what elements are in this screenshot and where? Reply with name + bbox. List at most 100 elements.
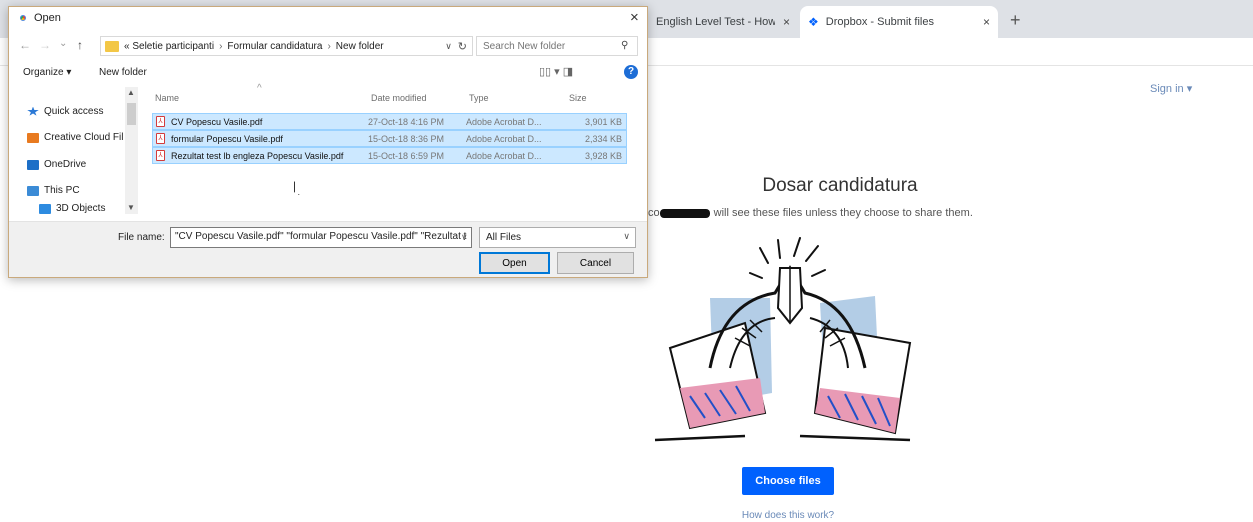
- nav-scrollbar[interactable]: ▲ ▼: [125, 87, 138, 214]
- scroll-down-icon[interactable]: ▼: [127, 203, 135, 212]
- file-list: ^ Name Date modified Type Size ⅄ CV Popes…: [149, 83, 635, 214]
- breadcrumb-separator: ›: [219, 40, 223, 52]
- nav-item-label: Quick access: [44, 106, 104, 117]
- up-folder-icon[interactable]: ↑: [77, 38, 83, 52]
- hands-folders-illustration: [654, 237, 912, 442]
- computer-icon: [27, 185, 39, 196]
- open-file-dialog: Open × ← → ⌄ ↑ « Seletie participanti › Fo…: [8, 6, 648, 278]
- file-size: 3,901 KB: [584, 116, 622, 127]
- sign-in-link[interactable]: Sign in ▾: [1150, 82, 1192, 95]
- dropbox-icon: ❖: [808, 15, 819, 29]
- organize-menu[interactable]: Organize ▾: [23, 67, 71, 78]
- forward-icon[interactable]: →: [39, 38, 51, 52]
- file-name-cell: ⅄ CV Popescu Vasile.pdf: [156, 116, 366, 127]
- file-name: CV Popescu Vasile.pdf: [171, 116, 263, 127]
- breadcrumb-path: « Seletie participanti › Formular candidat…: [124, 41, 445, 52]
- chrome-icon: [17, 12, 29, 24]
- column-header-type[interactable]: Type: [469, 93, 489, 103]
- tab-close-icon[interactable]: ×: [783, 15, 790, 29]
- nav-item-label: This PC: [44, 185, 80, 196]
- command-bar: Organize ▾ New folder ▯▯ ▾ ◨ ?: [9, 62, 647, 84]
- refresh-icon[interactable]: ↻: [458, 40, 467, 53]
- file-name-input[interactable]: "CV Popescu Vasile.pdf" "formular Popesc…: [170, 227, 472, 248]
- new-folder-button[interactable]: New folder: [99, 67, 147, 78]
- cloud-icon: [27, 159, 39, 170]
- file-name-label: File name:: [118, 232, 165, 243]
- view-options-icon[interactable]: ▯▯ ▾ ◨: [539, 65, 573, 78]
- nav-item-label: 3D Objects: [56, 203, 106, 214]
- nav-item-label: Creative Cloud Fil: [44, 132, 124, 143]
- address-bar: ← → ⌄ ↑ « Seletie participanti › Formular …: [9, 33, 647, 59]
- back-icon[interactable]: ←: [19, 38, 31, 52]
- file-type: Adobe Acrobat D...: [466, 150, 542, 161]
- search-input[interactable]: [476, 36, 638, 56]
- nav-item-quick-access[interactable]: Quick access: [27, 106, 103, 117]
- tab-title: Dropbox - Submit files: [825, 16, 934, 28]
- dialog-titlebar: Open ×: [9, 7, 647, 31]
- file-name: Rezultat test lb engleza Popescu Vasile.…: [171, 150, 344, 161]
- tab-english-level-test[interactable]: English Level Test - How go ×: [648, 6, 798, 38]
- file-date: 15-Oct-18 8:36 PM: [368, 133, 445, 144]
- chevron-down-icon[interactable]: ∨: [461, 232, 468, 243]
- file-name-cell: ⅄ formular Popescu Vasile.pdf: [156, 133, 366, 144]
- column-header-size[interactable]: Size: [569, 93, 587, 103]
- file-type-value: All Files: [486, 232, 522, 243]
- file-type: Adobe Acrobat D...: [466, 116, 542, 127]
- privacy-note: co will see these files unless they choos…: [648, 207, 1048, 219]
- recent-locations-icon[interactable]: ⌄: [59, 38, 67, 49]
- tab-dropbox-submit-files[interactable]: ❖ Dropbox - Submit files ×: [800, 6, 998, 38]
- page-title: Dosar candidatura: [762, 175, 918, 196]
- note-prefix: co: [648, 207, 660, 219]
- nav-item-creative-cloud[interactable]: Creative Cloud Fil: [27, 132, 123, 143]
- file-type: Adobe Acrobat D...: [466, 133, 542, 144]
- column-header-name[interactable]: Name: [155, 93, 179, 103]
- chevron-down-icon[interactable]: ∨: [445, 41, 452, 52]
- breadcrumb-separator: ›: [327, 40, 331, 52]
- file-row[interactable]: ⅄ formular Popescu Vasile.pdf 15-Oct-18 8…: [152, 130, 627, 147]
- open-button[interactable]: Open: [479, 252, 550, 274]
- scroll-up-icon[interactable]: ▲: [127, 88, 135, 97]
- folder-icon: [105, 40, 119, 52]
- file-date: 15-Oct-18 6:59 PM: [368, 150, 445, 161]
- redacted-scribble: [659, 208, 710, 218]
- dialog-close-button[interactable]: ×: [630, 9, 639, 26]
- chevron-down-icon: ∨: [623, 231, 630, 241]
- file-row[interactable]: ⅄ CV Popescu Vasile.pdf 27-Oct-18 4:16 PM…: [152, 113, 627, 130]
- nav-item-onedrive[interactable]: OneDrive: [27, 159, 86, 170]
- breadcrumb[interactable]: « Seletie participanti › Formular candidat…: [100, 36, 473, 56]
- file-row[interactable]: ⅄ Rezultat test lb engleza Popescu Vasile…: [152, 147, 627, 164]
- search-icon[interactable]: ⚲: [621, 40, 628, 51]
- dialog-title: Open: [34, 12, 61, 24]
- tab-title: English Level Test - How go: [656, 16, 775, 28]
- scrollbar-thumb[interactable]: [127, 103, 136, 125]
- dialog-footer: File name: "CV Popescu Vasile.pdf" "form…: [9, 221, 647, 277]
- file-date: 27-Oct-18 4:16 PM: [368, 116, 445, 127]
- tab-close-icon[interactable]: ×: [983, 15, 990, 29]
- breadcrumb-item[interactable]: « Seletie participanti: [124, 41, 214, 52]
- pdf-file-icon: ⅄: [156, 116, 165, 127]
- nav-item-3d-objects[interactable]: 3D Objects: [39, 203, 105, 214]
- note-text: will see these files unless they choose …: [713, 207, 973, 219]
- file-name-cell: ⅄ Rezultat test lb engleza Popescu Vasile…: [156, 150, 366, 161]
- sort-ascending-icon: ^: [257, 83, 262, 94]
- choose-files-button[interactable]: Choose files: [742, 467, 834, 495]
- file-type-select[interactable]: All Files ∨: [479, 227, 636, 248]
- cancel-button[interactable]: Cancel: [557, 252, 634, 274]
- 3d-objects-icon: [39, 203, 51, 214]
- breadcrumb-item[interactable]: New folder: [336, 41, 384, 52]
- pdf-file-icon: ⅄: [156, 150, 165, 161]
- star-icon: [27, 106, 39, 116]
- nav-item-this-pc[interactable]: This PC: [27, 185, 80, 196]
- breadcrumb-item[interactable]: Formular candidatura: [227, 41, 322, 52]
- nav-item-label: OneDrive: [44, 159, 87, 170]
- how-does-this-work-link[interactable]: How does this work?: [720, 510, 856, 521]
- file-name: formular Popescu Vasile.pdf: [171, 133, 283, 144]
- pdf-file-icon: ⅄: [156, 133, 165, 144]
- navigation-pane: Quick access Creative Cloud Fil OneDrive…: [9, 87, 139, 214]
- file-size: 3,928 KB: [584, 150, 622, 161]
- column-header-date[interactable]: Date modified: [371, 93, 427, 103]
- help-icon[interactable]: ?: [624, 65, 638, 79]
- creative-cloud-folder-icon: [27, 132, 39, 143]
- new-tab-button[interactable]: +: [1010, 10, 1021, 31]
- file-size: 2,334 KB: [584, 133, 622, 144]
